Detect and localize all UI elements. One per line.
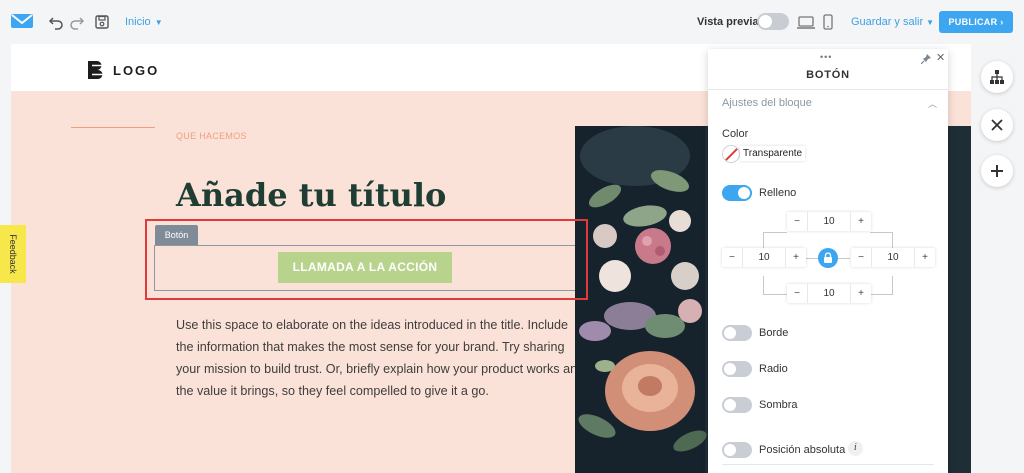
pin-icon[interactable] — [921, 54, 931, 64]
padding-connector — [806, 258, 818, 259]
padding-connector — [763, 276, 764, 295]
padding-connector — [870, 294, 893, 295]
site-logo-text: LOGO — [113, 63, 160, 78]
redo-icon[interactable] — [69, 14, 85, 30]
increment-button[interactable]: + — [915, 248, 935, 267]
undo-icon[interactable] — [48, 14, 64, 30]
padding-label: Relleno — [759, 187, 797, 199]
top-toolbar: Inicio ▼ Vista previa Guardar y salir ▼ PU… — [0, 0, 1024, 44]
sitemap-icon — [990, 70, 1004, 84]
padding-toggle[interactable] — [722, 185, 752, 201]
add-block-button[interactable] — [981, 155, 1013, 187]
preview-label: Vista previa — [697, 16, 759, 28]
padding-connector — [838, 258, 850, 259]
padding-left-value[interactable]: 10 — [742, 248, 786, 267]
panel-title: BOTÓN — [806, 69, 850, 81]
radius-label: Radio — [759, 363, 788, 375]
feedback-label: Feedback — [8, 234, 18, 274]
padding-connector — [763, 232, 787, 233]
padding-connector — [892, 276, 893, 295]
mail-logo-icon[interactable] — [11, 13, 33, 29]
decrement-button[interactable]: − — [787, 212, 807, 231]
color-swatch[interactable] — [722, 145, 740, 163]
color-value[interactable]: Transparente — [740, 146, 806, 161]
publish-button[interactable]: PUBLICAR › — [939, 11, 1013, 33]
padding-bottom-value[interactable]: 10 — [807, 284, 851, 303]
info-icon[interactable]: i — [848, 441, 863, 456]
block-settings-header[interactable]: Ajustes del bloque — [722, 97, 812, 109]
desktop-view-icon[interactable] — [797, 14, 815, 30]
padding-right-value[interactable]: 10 — [871, 248, 915, 267]
logo-mark-icon — [88, 61, 106, 79]
chevron-down-icon: ▼ — [926, 18, 935, 27]
shadow-toggle[interactable] — [722, 397, 752, 413]
radius-toggle[interactable] — [722, 361, 752, 377]
color-label: Color — [722, 128, 749, 140]
section-eyebrow[interactable]: QUE HACEMOS — [176, 131, 247, 141]
border-toggle[interactable] — [722, 325, 752, 341]
save-disk-icon[interactable] — [94, 14, 110, 30]
panel-close-icon[interactable]: ✕ — [936, 53, 945, 64]
panel-divider — [722, 464, 934, 465]
preview-toggle[interactable] — [757, 13, 789, 30]
decrement-button[interactable]: − — [722, 248, 742, 267]
button-settings-panel: ••• ✕ BOTÓN Ajustes del bloque ︿ Color T… — [708, 49, 948, 473]
close-icon — [991, 119, 1003, 131]
padding-right-stepper[interactable]: − 10 + — [851, 248, 935, 267]
mobile-view-icon[interactable] — [822, 14, 834, 30]
increment-button[interactable]: + — [851, 284, 871, 303]
close-editor-button[interactable] — [981, 109, 1013, 141]
feedback-tab[interactable]: Feedback — [0, 225, 26, 283]
absolute-position-toggle[interactable] — [722, 442, 752, 458]
increment-button[interactable]: + — [786, 248, 806, 267]
padding-bottom-stepper[interactable]: − 10 + — [787, 284, 871, 303]
hero-title[interactable]: Añade tu título — [176, 176, 446, 214]
padding-left-stepper[interactable]: − 10 + — [722, 248, 806, 267]
absolute-position-label: Posición absoluta — [759, 444, 846, 456]
decrement-button[interactable]: − — [851, 248, 871, 267]
drag-handle-icon[interactable]: ••• — [820, 52, 832, 62]
padding-top-value[interactable]: 10 — [807, 212, 851, 231]
border-label: Borde — [759, 327, 789, 339]
accent-line — [71, 127, 155, 128]
padding-connector — [763, 294, 787, 295]
decrement-button[interactable]: − — [787, 284, 807, 303]
save-and-exit-button[interactable]: Guardar y salir ▼ — [851, 16, 934, 28]
page-selector-label: Inicio — [125, 16, 151, 28]
shadow-label: Sombra — [759, 399, 798, 411]
button-highlight-box — [145, 219, 588, 300]
structure-button[interactable] — [981, 61, 1013, 93]
padding-lock-button[interactable] — [818, 248, 838, 268]
body-paragraph[interactable]: Use this space to elaborate on the ideas… — [176, 314, 586, 402]
page-selector[interactable]: Inicio ▼ — [125, 16, 163, 28]
panel-divider — [708, 89, 948, 90]
lock-icon — [824, 252, 832, 263]
padding-top-stepper[interactable]: − 10 + — [787, 212, 871, 231]
increment-button[interactable]: + — [851, 212, 871, 231]
chevron-down-icon: ▼ — [154, 18, 163, 27]
padding-connector — [870, 232, 893, 233]
chevron-up-icon[interactable]: ︿ — [928, 97, 937, 110]
save-and-exit-label: Guardar y salir — [851, 16, 924, 28]
plus-icon — [991, 165, 1003, 177]
